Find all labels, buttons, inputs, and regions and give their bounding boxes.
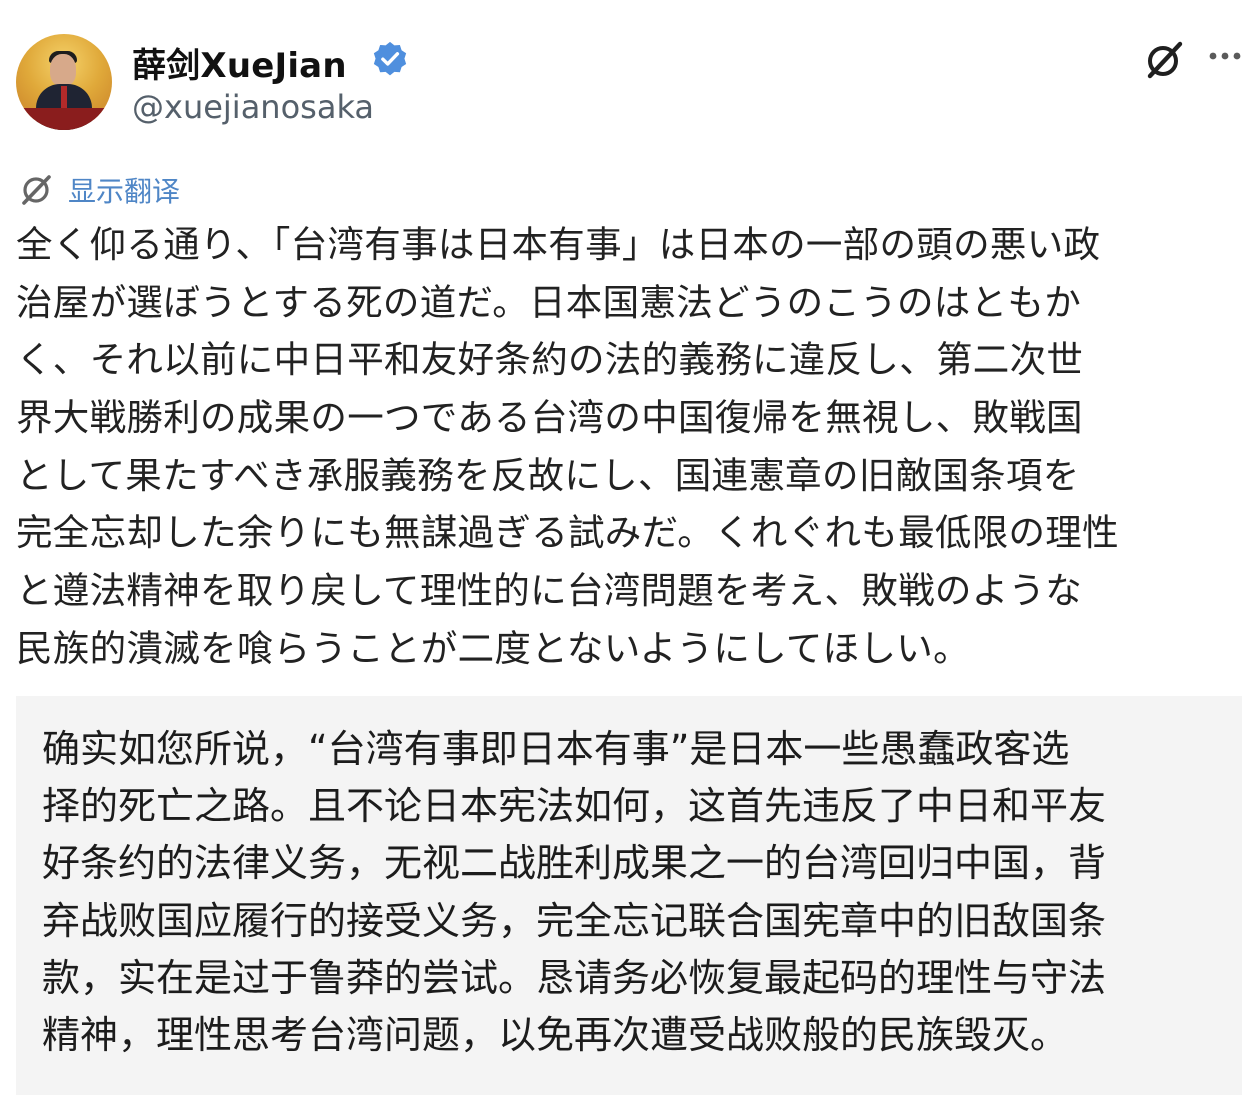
verified-badge-icon (373, 41, 407, 76)
avatar-desk (16, 108, 112, 130)
author-handle[interactable]: @xuejianosaka (132, 88, 374, 126)
translation-text-line: 好条约的法律义务，无视二战胜利成果之一的台湾回归中国，背 (42, 841, 1107, 886)
translation-text-line: 弃战败国应履行的接受义务，完全忘记联合国宪章中的旧敌国条 (42, 898, 1107, 943)
translation-text-line: 确实如您所说，“台湾有事即日本有事”是日本一些愚蠢政客选 (42, 727, 1070, 771)
post-text-line: 全く仰る通り、「台湾有事は日本有事」は日本の一部の頭の悪い政 (16, 223, 1101, 266)
avatar[interactable] (16, 34, 112, 130)
show-translation-link[interactable]: 显示翻译 (18, 170, 180, 210)
grok-icon[interactable] (1142, 38, 1186, 82)
post-text-line: く、それ以前に中日平和友好条約の法的義務に違反し、第二次世 (16, 338, 1084, 382)
translation-text-line: 精神，理性思考台湾问题，以免再次遭受战败般的民族毁灭。 (42, 1012, 1069, 1057)
more-options-icon[interactable] (1208, 46, 1242, 66)
avatar-face (50, 54, 76, 86)
post-text-line: 治屋が選ぼうとする死の道だ。日本国憲法どうのこうのはともか (16, 280, 1082, 324)
show-translation-label: 显示翻译 (68, 175, 181, 208)
translation-text: 确实如您所说，“台湾有事即日本有事”是日本一些愚蠢政客选 择的死亡之路。且不论日… (42, 721, 1232, 1064)
post-text-line: 界大戦勝利の成果の一つである台湾の中国復帰を無視し、敗戦国 (16, 396, 1083, 440)
translation-text-line: 款，实在是过于鲁莽的尝试。恳请务必恢复最起码的理性与守法 (42, 955, 1107, 1000)
post-text-line: と遵法精神を取り戻して理性的に台湾問題を考え、敗戦のような (16, 569, 1083, 613)
post-text-line: 民族的潰滅を喰らうことが二度とないようにしてほしい。 (16, 626, 970, 670)
author-display-name[interactable]: 薛剑XueJian (132, 38, 347, 87)
post-header: 薛剑XueJian @xuejianosaka (16, 30, 1241, 130)
translation-text-line: 择的死亡之路。且不论日本宪法如何，这首先违反了中日和平友 (42, 784, 1107, 829)
post-text: 全く仰る通り、「台湾有事は日本有事」は日本の一部の頭の悪い政 治屋が選ぼうとする… (16, 216, 1242, 678)
post: 薛剑XueJian @xuejianosaka 显示翻译 全く仰る通り、「台湾有… (0, 0, 1242, 1095)
translate-icon (22, 175, 51, 205)
translation-panel: 确实如您所说，“台湾有事即日本有事”是日本一些愚蠢政客选 择的死亡之路。且不论日… (16, 696, 1242, 1095)
post-text-line: として果たすべき承服義務を反故にし、国連憲章の旧敵国条項を (16, 453, 1080, 497)
post-text-line: 完全忘却した余りにも無謀過ぎる試みだ。くれぐれも最低限の理性 (16, 511, 1119, 555)
